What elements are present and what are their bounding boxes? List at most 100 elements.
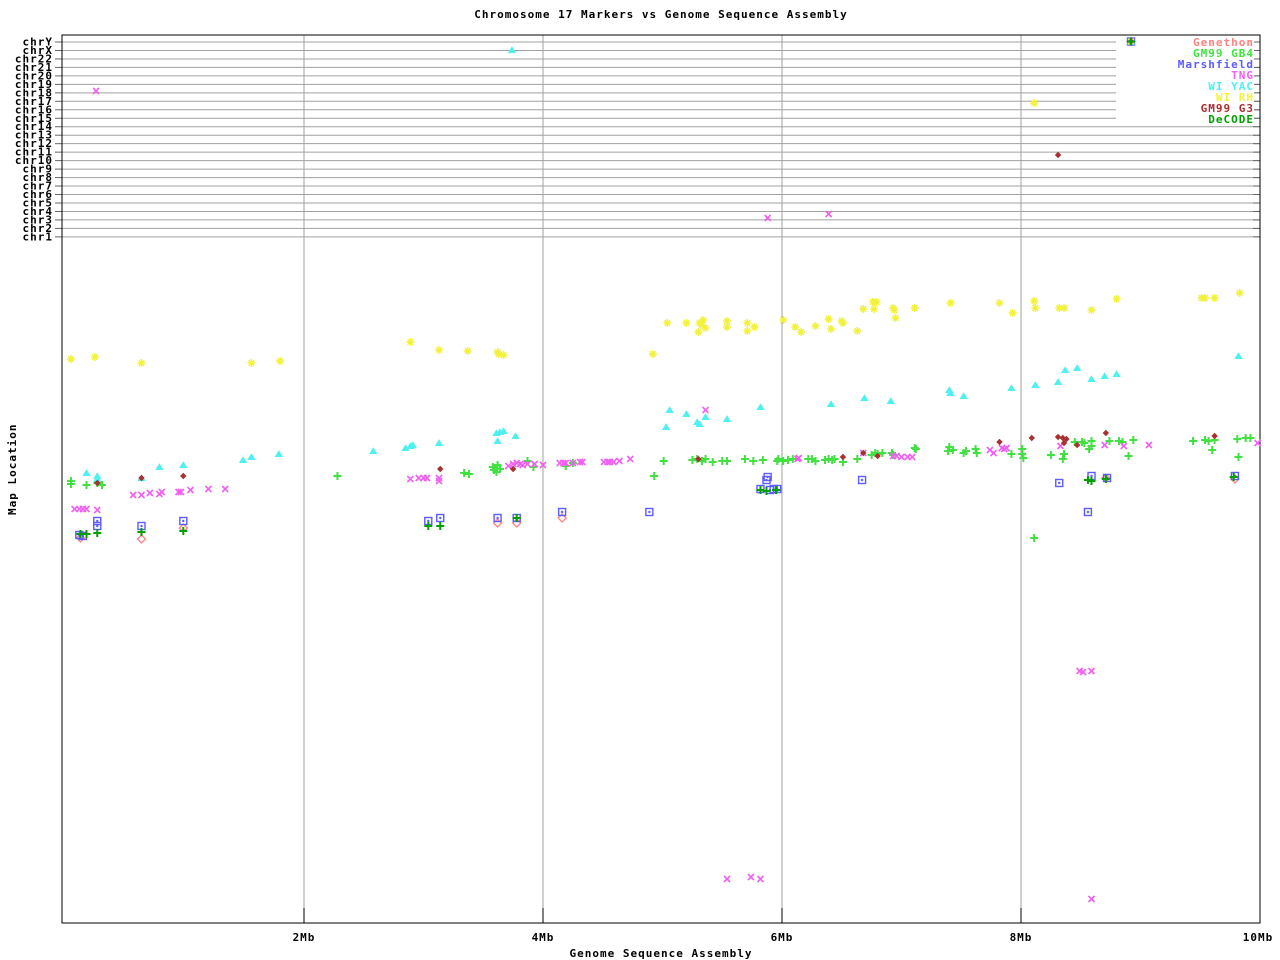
panel-point-chr11 <box>1054 151 1062 159</box>
point-tng <box>137 491 146 499</box>
point-tng <box>1087 667 1096 675</box>
point-tng <box>158 488 166 496</box>
point-gm99-gb4 <box>464 470 473 478</box>
panel-point-chr17 <box>1030 99 1039 107</box>
point-wi-rh <box>853 327 862 335</box>
chromosome-panel: chrYchrXchr22chr21chr20chr19chr18chr17ch… <box>15 36 1260 243</box>
x-tick-label: 6Mb <box>771 931 794 944</box>
point-wi-rh <box>663 319 672 327</box>
point-wi-yac <box>511 432 520 439</box>
x-tick-label: 10Mb <box>1243 931 1274 944</box>
point-genethon <box>136 534 147 544</box>
point-wi-rh <box>1031 304 1040 312</box>
point-wi-yac <box>756 403 765 410</box>
point-gm99-g3 <box>180 472 187 480</box>
point-gm99-gb4 <box>1060 450 1069 458</box>
point-tng <box>82 505 91 513</box>
point-tng <box>204 485 212 493</box>
point-marshfield <box>857 475 867 485</box>
plot-area: chrYchrXchr22chr21chr20chr19chr18chr17ch… <box>15 34 1274 944</box>
point-wi-yac <box>1031 381 1040 388</box>
point-gm99-gb4 <box>1246 434 1255 442</box>
series-tng <box>70 406 1262 903</box>
point-gm99-g3 <box>996 438 1003 446</box>
point-wi-yac <box>959 392 968 399</box>
point-tng <box>406 475 414 483</box>
point-wi-yac <box>661 423 671 430</box>
point-wi-rh <box>1008 309 1017 317</box>
point-tng <box>747 873 755 881</box>
point-wi-rh <box>1030 297 1039 305</box>
point-tng <box>1101 441 1109 449</box>
point-wi-rh <box>826 325 835 333</box>
point-tng <box>423 474 431 482</box>
chart-screen: chrY chrX chr22 chr21 chr20 chr19 chr18 chr17 ch… <box>0 0 1280 960</box>
x-tick-label: 4Mb <box>532 931 555 944</box>
point-gm99-g3 <box>1102 429 1110 437</box>
point-wi-rh <box>137 359 146 367</box>
point-marshfield <box>1083 507 1093 517</box>
point-wi-rh <box>1201 294 1210 302</box>
point-wi-yac <box>179 461 188 468</box>
point-wi-rh <box>276 357 285 365</box>
point-gm99-g3 <box>1028 434 1035 442</box>
point-wi-yac <box>1087 375 1096 382</box>
point-wi-rh <box>779 316 788 324</box>
x-tick-label: 2Mb <box>293 931 316 944</box>
point-wi-yac <box>274 450 284 457</box>
legend-label-decode: DeCODE <box>1208 113 1254 126</box>
point-marshfield <box>1055 478 1064 488</box>
series-wi-yac <box>82 352 1243 482</box>
point-tng <box>609 458 618 466</box>
point-tng <box>93 506 101 514</box>
point-marshfield <box>493 513 502 523</box>
point-wi-rh <box>797 328 806 336</box>
point-wi-yac <box>493 437 502 444</box>
x-axis: 2Mb 4Mb 6Mb 8Mb 10Mb <box>293 35 1274 944</box>
point-gm99-g3 <box>1211 432 1218 440</box>
point-gm99-gb4 <box>723 457 732 465</box>
point-wi-rh <box>499 351 508 359</box>
point-wi-rh <box>870 305 879 313</box>
legend-item-decode: DeCODE <box>1116 37 1254 126</box>
point-gm99-gb4 <box>1124 452 1133 460</box>
point-wi-rh <box>463 347 472 355</box>
point-wi-yac <box>665 406 674 413</box>
point-gm99-g3 <box>839 453 847 461</box>
point-gm99-gb4 <box>1208 446 1217 454</box>
point-tng <box>221 485 229 493</box>
point-gm99-gb4 <box>82 481 91 489</box>
point-wi-yac <box>238 456 248 463</box>
point-gm99-gb4 <box>911 445 920 453</box>
point-wi-yac <box>82 469 91 476</box>
point-gm99-gb4 <box>971 445 980 453</box>
point-gm99-gb4 <box>853 455 862 463</box>
point-gm99-gb4 <box>1233 435 1242 443</box>
point-marshfield <box>436 513 445 523</box>
point-gm99-gb4 <box>333 472 342 480</box>
point-wi-yac <box>1112 370 1121 377</box>
point-gm99-gb4 <box>650 472 659 480</box>
point-tng <box>989 449 998 457</box>
legend-marker-decode-icon <box>1127 37 1135 46</box>
point-tng <box>701 406 710 414</box>
point-wi-rh <box>66 355 75 363</box>
point-decode <box>436 522 445 530</box>
point-wi-yac <box>1061 366 1070 373</box>
point-decode <box>179 527 188 535</box>
point-gm99-gb4 <box>1018 450 1027 458</box>
point-tng <box>1145 441 1153 449</box>
point-tng <box>129 491 137 499</box>
point-marshfield <box>93 521 102 531</box>
x-axis-label: Genome Sequence Assembly <box>569 947 753 960</box>
point-wi-rh <box>1060 304 1069 312</box>
point-decode <box>93 529 102 537</box>
point-wi-rh <box>1087 306 1096 314</box>
point-wi-yac <box>701 413 710 420</box>
point-gm99-gb4 <box>1129 436 1138 444</box>
point-tng <box>723 875 731 883</box>
point-tng <box>1087 895 1096 903</box>
point-wi-yac <box>434 439 444 446</box>
point-gm99-gb4 <box>740 455 749 463</box>
point-wi-rh <box>891 314 900 322</box>
